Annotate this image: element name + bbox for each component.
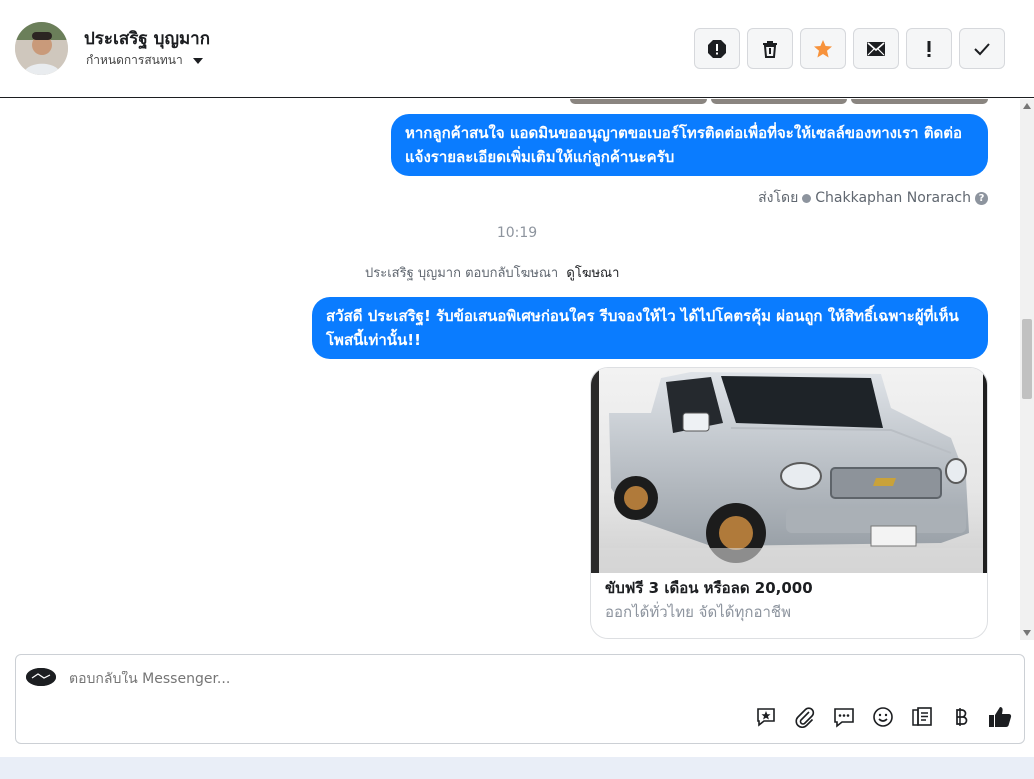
scrollbar-thumb[interactable]: [1022, 319, 1032, 399]
previous-images: [570, 99, 989, 104]
ad-reply-text: ประเสริฐ บุญมาก ตอบกลับโฆษณา: [365, 266, 559, 281]
ad-card-title: ขับฟรี 3 เดือน หรือลด 20,000: [605, 579, 813, 597]
contact-avatar[interactable]: [15, 22, 68, 75]
message-bubble-outgoing: หากลูกค้าสนใจ แอดมินขออนุญาตขอเบอร์โทรติ…: [391, 114, 988, 176]
saved-reply-icon: [757, 708, 775, 727]
composer-tools: [754, 705, 1012, 729]
mark-unread-button[interactable]: [853, 28, 899, 69]
car-image: [591, 368, 987, 573]
page-footer-band: [0, 757, 1034, 779]
star-button[interactable]: [800, 28, 846, 69]
exclamation-icon: [927, 40, 931, 57]
ad-card[interactable]: ขับฟรี 3 เดือน หรือลด 20,000 ออกได้ทั่วไ…: [590, 367, 988, 639]
mail-icon: [867, 41, 885, 56]
page-avatar: [26, 668, 56, 686]
spam-icon: [708, 39, 726, 58]
like-button[interactable]: [988, 705, 1012, 729]
payment-button[interactable]: [949, 705, 973, 729]
help-icon[interactable]: ?: [975, 191, 988, 205]
star-icon: [814, 39, 832, 57]
emoji-button[interactable]: [871, 705, 895, 729]
sent-by-prefix: ส่งโดย: [758, 190, 799, 206]
contact-name: ประเสริฐ บุญมาก: [84, 29, 210, 49]
prev-image: [570, 99, 707, 104]
check-icon: [974, 42, 990, 55]
sent-by-label: ส่งโดย Chakkaphan Norarach ?: [758, 187, 988, 209]
catalog-button[interactable]: [910, 705, 934, 729]
mark-done-button[interactable]: [959, 28, 1005, 69]
ad-reply-notice: ประเสริฐ บุญมาก ตอบกลับโฆษณา ดูโฆษณา: [365, 262, 619, 283]
reply-input[interactable]: [69, 671, 669, 687]
prev-image: [851, 99, 989, 104]
ad-card-image: [591, 368, 987, 573]
follow-up-button[interactable]: [906, 28, 952, 69]
message-composer: [15, 654, 1025, 744]
catalog-icon: [912, 707, 932, 726]
thumbs-up-icon: [989, 707, 1012, 727]
message-thread[interactable]: หากลูกค้าสนใจ แอดมินขออนุญาตขอเบอร์โทรติ…: [0, 99, 1034, 640]
prev-image: [710, 99, 848, 104]
conversation-header: ประเสริฐ บุญมาก กำหนดการสนทนา: [0, 0, 1034, 98]
scroll-down-arrow-icon[interactable]: [1023, 630, 1031, 636]
caret-down-icon: [192, 57, 203, 64]
baht-icon: [956, 708, 968, 726]
header-actions: [694, 28, 1005, 69]
assign-conversation-dropdown[interactable]: กำหนดการสนทนา: [86, 51, 203, 70]
mark-spam-button[interactable]: [694, 28, 740, 69]
trash-icon: [763, 40, 777, 58]
scrollbar[interactable]: [1020, 99, 1034, 640]
page-logo-icon: [26, 668, 56, 686]
attach-icon: [795, 707, 815, 728]
saved-reply-button[interactable]: [754, 705, 778, 729]
chat-icon: [834, 708, 854, 728]
sender-avatar-icon: [802, 193, 812, 203]
sender-name: Chakkaphan Norarach: [815, 190, 971, 206]
scroll-up-arrow-icon[interactable]: [1023, 103, 1031, 109]
delete-button[interactable]: [747, 28, 793, 69]
message-timestamp: 10:19: [496, 225, 538, 241]
view-ad-link[interactable]: ดูโฆษณา: [566, 266, 619, 281]
ad-card-subtitle: ออกได้ทั่วไทย จัดได้ทุกอาชีพ: [605, 603, 791, 621]
emoji-icon: [873, 707, 893, 727]
avatar-photo: [15, 22, 68, 75]
assign-label: กำหนดการสนทนา: [86, 53, 183, 67]
message-bubble-outgoing: สวัสดี ประเสริฐ! รับข้อเสนอพิเศษก่อนใคร …: [312, 297, 988, 359]
attach-button[interactable]: [793, 705, 817, 729]
quick-reply-button[interactable]: [832, 705, 856, 729]
